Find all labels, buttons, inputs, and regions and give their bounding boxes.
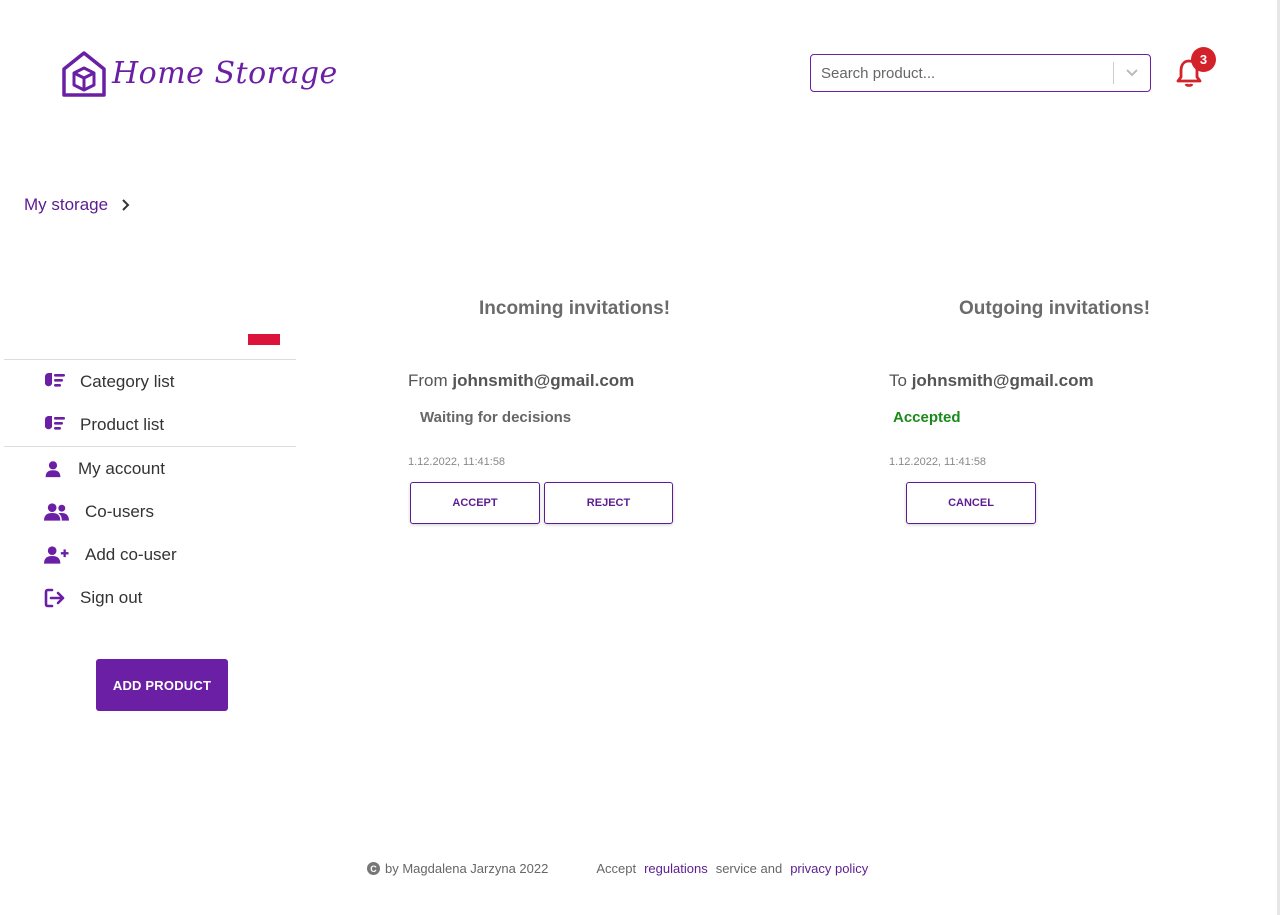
notification-badge: 3: [1191, 47, 1216, 72]
sidebar-item-my-account[interactable]: My account: [44, 459, 165, 479]
incoming-status: Waiting for decisions: [420, 409, 572, 426]
footer-service-text: service and: [715, 861, 783, 876]
divider: [4, 359, 296, 360]
incoming-prefix: From: [408, 371, 448, 390]
sidebar-item-label: Sign out: [80, 588, 143, 607]
search-box[interactable]: [810, 54, 1151, 92]
sidebar-item-label: My account: [78, 459, 165, 478]
sidebar-item-product-list[interactable]: Product list: [44, 415, 164, 435]
sidebar-item-label: Product list: [80, 415, 165, 434]
breadcrumb-my-storage[interactable]: My storage: [24, 195, 108, 215]
privacy-policy-link[interactable]: privacy policy: [790, 861, 868, 876]
users-icon: [44, 503, 69, 521]
outgoing-email: johnsmith@gmail.com: [911, 371, 1094, 390]
regulations-link[interactable]: regulations: [644, 861, 708, 876]
outgoing-status: Accepted: [893, 409, 961, 426]
logo[interactable]: Home Storage: [60, 49, 338, 97]
chevron-down-icon[interactable]: [1114, 55, 1150, 91]
add-product-button[interactable]: ADD PRODUCT: [96, 659, 228, 711]
hand-list-icon: [45, 416, 65, 430]
incoming-invitation-sender: From johnsmith@gmail.com: [408, 371, 634, 391]
logo-text: Home Storage: [112, 55, 338, 91]
outgoing-date: 1.12.2022, 11:41:58: [889, 456, 987, 468]
sidebar-item-add-co-user[interactable]: Add co-user: [44, 545, 177, 565]
copyright-icon: C: [367, 862, 380, 875]
user-icon: [45, 461, 61, 478]
language-flag[interactable]: [248, 334, 280, 345]
sidebar-item-label: Add co-user: [85, 545, 177, 564]
outgoing-prefix: To: [889, 371, 907, 390]
outgoing-invitation-recipient: To johnsmith@gmail.com: [889, 371, 1094, 391]
outgoing-invitations-title: Outgoing invitations!: [959, 298, 1151, 319]
hand-list-icon: [45, 373, 65, 387]
accept-button[interactable]: ACCEPT: [410, 482, 540, 524]
incoming-date: 1.12.2022, 11:41:58: [408, 456, 506, 468]
breadcrumb: My storage: [24, 195, 132, 215]
sidebar-item-label: Co-users: [85, 502, 154, 521]
cancel-button[interactable]: CANCEL: [906, 482, 1036, 524]
sidebar-item-label: Category list: [80, 372, 175, 391]
footer: C by Magdalena Jarzyna 2022 Accept regul…: [367, 861, 868, 876]
house-box-icon: [62, 51, 106, 97]
reject-button[interactable]: REJECT: [544, 482, 673, 524]
sidebar-item-category-list[interactable]: Category list: [44, 372, 174, 392]
incoming-email: johnsmith@gmail.com: [452, 371, 635, 390]
sign-out-icon: [44, 588, 65, 608]
footer-accept-text: Accept: [596, 861, 637, 876]
user-plus-icon: [44, 546, 69, 564]
search-input[interactable]: [811, 64, 1113, 82]
divider: [4, 446, 296, 447]
chevron-right-icon: [122, 199, 130, 211]
footer-author: by Magdalena Jarzyna 2022: [385, 861, 549, 876]
sidebar-item-sign-out[interactable]: Sign out: [44, 588, 142, 608]
incoming-invitations-title: Incoming invitations!: [479, 298, 671, 319]
sidebar-item-co-users[interactable]: Co-users: [44, 502, 154, 522]
